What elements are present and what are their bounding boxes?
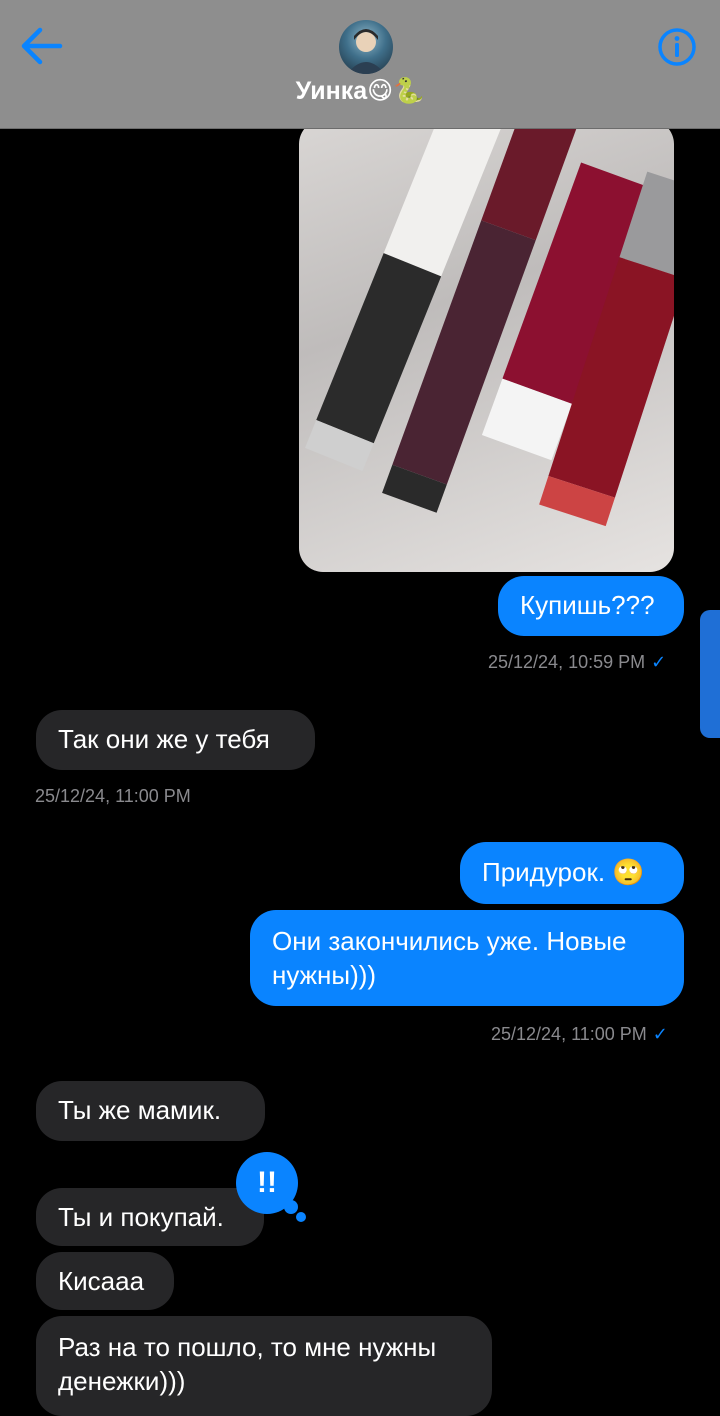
message-text: Купишь??? — [520, 590, 655, 620]
message-text: Ты и покупай. — [58, 1202, 224, 1232]
check-icon: ✓ — [652, 1024, 668, 1044]
back-arrow-icon — [21, 27, 63, 65]
back-button[interactable] — [18, 26, 66, 66]
message-timestamp: 25/12/24, 10:59 PM ✓ — [488, 652, 667, 672]
message-text: Так они же у тебя — [58, 724, 270, 754]
reaction-tail-dot — [296, 1212, 306, 1222]
contact-name[interactable]: Уинка😋🐍 — [0, 76, 720, 106]
message-text: Придурок. 🙄 — [482, 857, 645, 887]
message-incoming[interactable]: Так они же у тебя — [36, 710, 315, 770]
photo-message[interactable] — [299, 120, 674, 572]
message-incoming[interactable]: Ты же мамик. — [36, 1081, 265, 1141]
message-incoming[interactable]: Ты и покупай. — [36, 1188, 264, 1246]
scrollbar-thumb[interactable] — [700, 610, 720, 738]
message-text: Кисааа — [58, 1266, 145, 1296]
message-outgoing[interactable]: Придурок. 🙄 — [460, 842, 684, 904]
message-outgoing[interactable]: Купишь??? — [498, 576, 684, 636]
contact-avatar[interactable] — [339, 20, 393, 74]
message-outgoing[interactable]: Они закончились уже. Новые нужны))) — [250, 910, 684, 1006]
lip-products-photo — [304, 120, 674, 527]
double-exclamation-icon: !! — [257, 1166, 277, 1199]
message-text: Они закончились уже. Новые нужны))) — [272, 926, 627, 990]
message-incoming[interactable]: Кисааа — [36, 1252, 174, 1310]
info-button[interactable] — [656, 26, 698, 68]
reaction-tail — [284, 1200, 298, 1214]
check-icon: ✓ — [651, 652, 667, 672]
chat-header: Уинка😋🐍 — [0, 0, 720, 129]
message-text: Ты же мамик. — [58, 1095, 222, 1125]
message-timestamp: 25/12/24, 11:00 PM ✓ — [491, 1024, 668, 1044]
info-icon — [658, 28, 696, 66]
avatar-image — [347, 29, 385, 74]
message-incoming[interactable]: Раз на то пошло, то мне нужны денежки))) — [36, 1316, 492, 1416]
message-text: Раз на то пошло, то мне нужны денежки))) — [58, 1332, 437, 1396]
message-timestamp: 25/12/24, 11:00 PM — [35, 786, 191, 806]
